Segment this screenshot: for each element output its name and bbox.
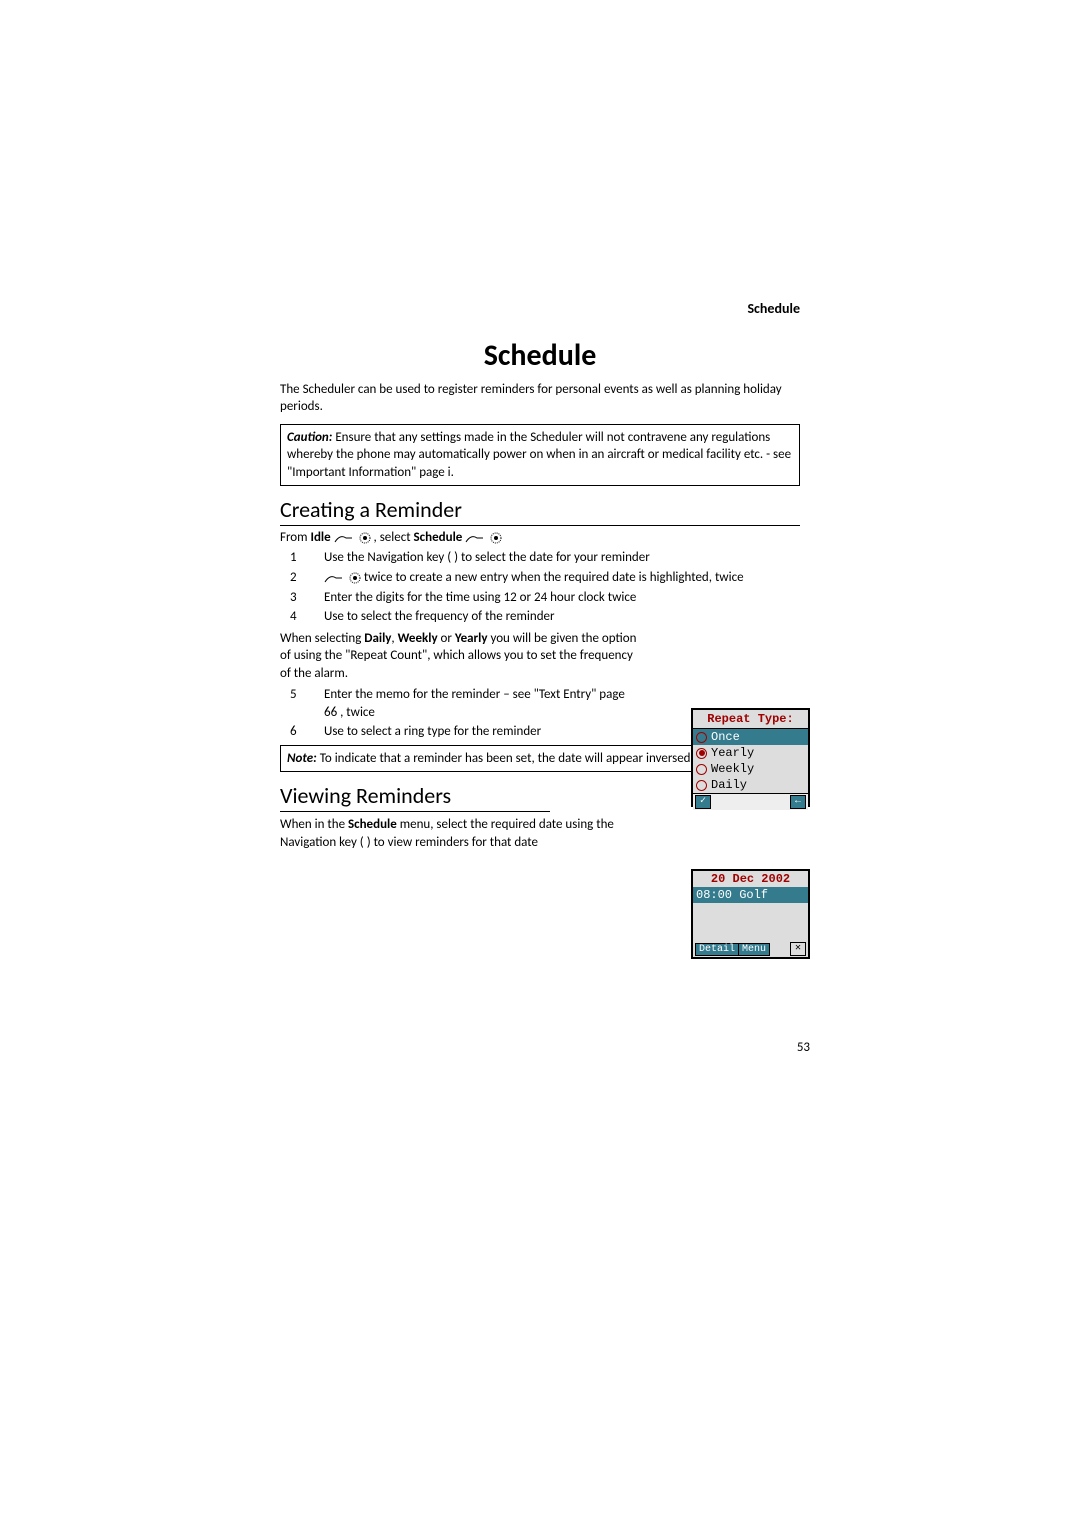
step-item: 4Use to select the frequency of the remi… xyxy=(280,608,800,626)
repeat-option-weekly: Weekly xyxy=(693,761,808,777)
repeat-option-yearly: Yearly xyxy=(693,745,808,761)
center-key-icon xyxy=(359,532,371,544)
radio-icon xyxy=(696,732,707,743)
repeat-option-daily: Daily xyxy=(693,777,808,793)
step-item: 5Enter the memo for the reminder – see "… xyxy=(280,686,640,721)
center-key-icon xyxy=(490,532,502,544)
ok-softkey-icon: ✓ xyxy=(695,795,711,809)
center-key-icon xyxy=(349,572,361,584)
radio-icon xyxy=(696,764,707,775)
back-softkey-icon: ← xyxy=(790,795,806,809)
caution-text: Ensure that any settings made in the Sch… xyxy=(287,430,791,480)
screen-header: Repeat Type: xyxy=(693,710,808,729)
caution-label: Caution: xyxy=(287,430,332,445)
caution-box: Caution: Ensure that any settings made i… xyxy=(280,424,800,487)
step-item: 1Use the Navigation key ( ) to select th… xyxy=(280,549,800,567)
phone-screen-reminder-view: 20 Dec 2002 08:00 Golf Detail Menu ✕ xyxy=(691,869,810,959)
running-header: Schedule xyxy=(280,300,800,317)
reminder-entry: 08:00 Golf xyxy=(693,887,808,903)
hand-press-icon xyxy=(324,572,346,584)
step-item: 6Use to select a ring type for the remin… xyxy=(280,723,640,741)
hand-press-icon xyxy=(334,532,356,544)
intro-paragraph: The Scheduler can be used to register re… xyxy=(280,382,800,416)
repeat-count-paragraph: When selecting Daily, Weekly or Yearly y… xyxy=(280,630,640,683)
creating-steps-list: 1Use the Navigation key ( ) to select th… xyxy=(280,549,800,625)
heading-creating-reminder: Creating a Reminder xyxy=(280,496,800,526)
heading-viewing-reminders: Viewing Reminders xyxy=(280,782,550,812)
close-softkey-icon: ✕ xyxy=(790,942,806,956)
radio-filled-icon xyxy=(696,748,707,759)
menu-softkey: Menu xyxy=(738,943,770,956)
viewing-paragraph: When in the Schedule menu, select the re… xyxy=(280,816,640,851)
page-number: 53 xyxy=(797,1040,810,1055)
note-label: Note: xyxy=(287,751,317,766)
repeat-option-once: Once xyxy=(693,729,808,745)
phone-screen-repeat-type: Repeat Type: Once Yearly Weekly Daily ✓ … xyxy=(691,708,810,807)
detail-softkey: Detail xyxy=(695,943,739,956)
radio-icon xyxy=(696,780,707,791)
hand-press-icon xyxy=(465,532,487,544)
page-title: Schedule xyxy=(280,337,800,374)
note-text: To indicate that a reminder has been set… xyxy=(320,751,694,766)
step-item: 3Enter the digits for the time using 12 … xyxy=(280,589,800,607)
creating-steps-list-2: 5Enter the memo for the reminder – see "… xyxy=(280,686,640,741)
screen-date: 20 Dec 2002 xyxy=(693,871,808,887)
from-idle-line: From Idle , select Schedule xyxy=(280,530,800,545)
step-item: 2 twice to create a new entry when the r… xyxy=(280,569,800,587)
